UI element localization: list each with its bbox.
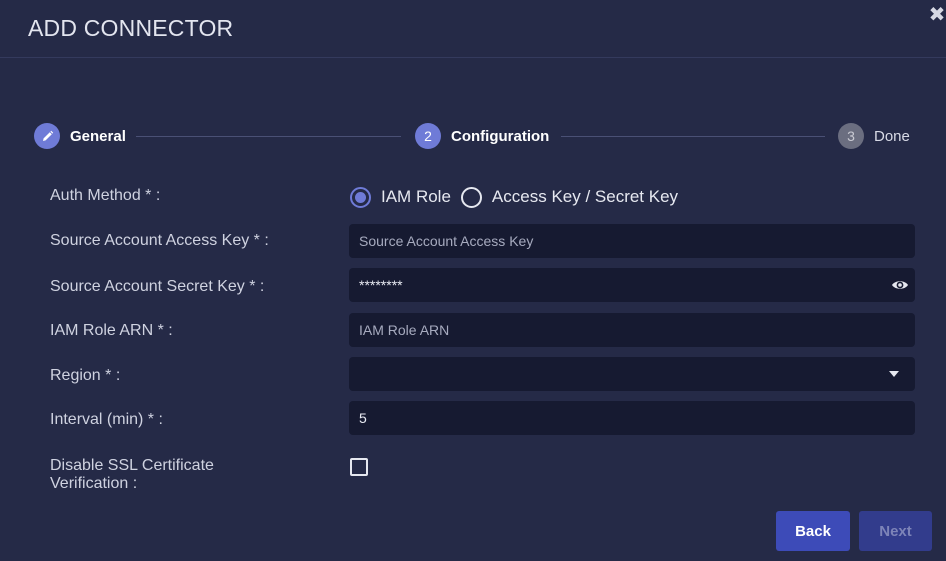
step-number: 2 bbox=[415, 123, 441, 149]
close-icon[interactable]: ✖ bbox=[928, 5, 946, 25]
disable-ssl-label-line2: Verification : bbox=[50, 475, 138, 492]
access-key-input[interactable] bbox=[349, 224, 915, 258]
interval-input[interactable] bbox=[349, 401, 915, 435]
disable-ssl-label: Disable SSL Certificate Verification : bbox=[50, 457, 214, 493]
secret-key-input[interactable] bbox=[349, 268, 915, 302]
radio-access-key[interactable] bbox=[460, 186, 482, 208]
auth-method-radio-group: IAM Role Access Key / Secret Key bbox=[350, 186, 688, 208]
step-done[interactable]: 3 Done bbox=[838, 123, 910, 149]
radio-access-key-label[interactable]: Access Key / Secret Key bbox=[492, 187, 678, 207]
step-configuration[interactable]: 2 Configuration bbox=[415, 123, 549, 149]
step-connector bbox=[136, 136, 401, 137]
step-number: 3 bbox=[838, 123, 864, 149]
step-connector bbox=[561, 136, 825, 137]
iam-role-arn-field bbox=[349, 313, 915, 347]
step-label: Configuration bbox=[451, 127, 550, 145]
dialog-header: ADD CONNECTOR bbox=[0, 0, 946, 58]
interval-field bbox=[349, 401, 915, 435]
radio-iam-role-label[interactable]: IAM Role bbox=[381, 187, 451, 207]
iam-role-arn-label: IAM Role ARN * : bbox=[50, 322, 173, 339]
disable-ssl-label-line1: Disable SSL Certificate bbox=[50, 457, 214, 474]
pencil-icon bbox=[34, 123, 60, 149]
back-button[interactable]: Back bbox=[776, 511, 850, 551]
step-label: Done bbox=[874, 127, 910, 145]
access-key-label: Source Account Access Key * : bbox=[50, 232, 269, 249]
next-button[interactable]: Next bbox=[859, 511, 932, 551]
secret-key-field bbox=[349, 268, 915, 302]
auth-method-label: Auth Method * : bbox=[50, 187, 161, 204]
region-select[interactable] bbox=[349, 357, 915, 391]
radio-iam-role[interactable] bbox=[350, 186, 371, 208]
chevron-down-icon[interactable] bbox=[889, 371, 899, 377]
secret-key-label: Source Account Secret Key * : bbox=[50, 278, 265, 295]
region-label: Region * : bbox=[50, 367, 121, 384]
step-label: General bbox=[70, 127, 126, 145]
stepper: General 2 Configuration 3 Done bbox=[0, 120, 946, 152]
disable-ssl-checkbox[interactable] bbox=[350, 458, 368, 476]
interval-label: Interval (min) * : bbox=[50, 411, 163, 428]
eye-icon[interactable] bbox=[891, 276, 909, 294]
iam-role-arn-input[interactable] bbox=[349, 313, 915, 347]
dialog-title: ADD CONNECTOR bbox=[28, 15, 234, 41]
access-key-field bbox=[349, 224, 915, 258]
step-general[interactable]: General bbox=[34, 123, 126, 149]
